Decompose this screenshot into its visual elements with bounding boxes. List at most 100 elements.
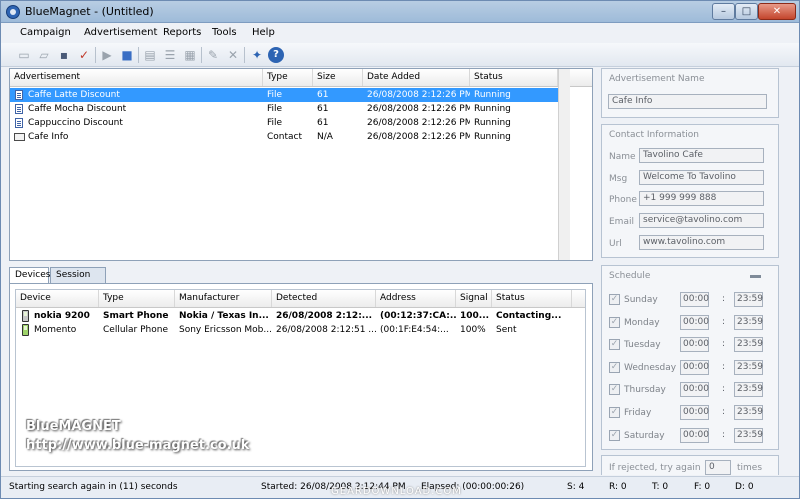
document-icon: [15, 104, 23, 114]
thursday-to-field[interactable]: 23:59: [734, 382, 763, 397]
monday-to-field[interactable]: 23:59: [734, 315, 763, 330]
advertisement-list-header: Advertisement Type Size Date Added Statu…: [10, 69, 592, 87]
saturday-to-field[interactable]: 23:59: [734, 428, 763, 443]
friday-to-field[interactable]: 23:59: [734, 405, 763, 420]
wednesday-to-field[interactable]: 23:59: [734, 360, 763, 375]
menu-reports[interactable]: Reports: [163, 27, 201, 38]
menu-tools[interactable]: Tools: [212, 27, 237, 38]
ad-size: 61: [317, 90, 329, 100]
table-row[interactable]: nokia 9200 Smart Phone Nokia / Texas In.…: [16, 309, 585, 323]
thursday-from-field[interactable]: 00:00: [680, 382, 709, 397]
ad-status: Running: [474, 104, 511, 114]
menu-help[interactable]: Help: [252, 27, 275, 38]
toolbar-separator: [95, 47, 96, 63]
new-icon[interactable]: ▭: [16, 47, 32, 63]
contact-url-field[interactable]: www.tavolino.com: [639, 235, 764, 250]
saturday-from-field[interactable]: 00:00: [680, 428, 709, 443]
friday-from-field[interactable]: 00:00: [680, 405, 709, 420]
failed-count: F: 0: [694, 482, 711, 492]
monday-checkbox[interactable]: ✓: [609, 317, 620, 328]
contact-email-field[interactable]: service@tavolino.com: [639, 213, 764, 228]
title-bar: BlueMagnet - (Untitled) – □ ✕: [1, 1, 799, 23]
pencil-icon[interactable]: ✎: [205, 47, 221, 63]
maximize-button[interactable]: □: [735, 3, 758, 20]
stop-icon[interactable]: ■: [119, 47, 135, 63]
advertisement-name-title: Advertisement Name: [609, 74, 705, 84]
device-status: Sent: [496, 325, 517, 335]
watermark-url: http://www.blue-magnet.co.uk: [26, 438, 250, 453]
help-icon[interactable]: ?: [268, 47, 284, 63]
ad-name: Cafe Info: [28, 132, 69, 142]
ad-status: Running: [474, 132, 511, 142]
collapse-icon[interactable]: [750, 275, 761, 278]
column-size[interactable]: Size: [313, 69, 363, 86]
column-status[interactable]: Status: [470, 69, 558, 86]
toolbar-separator: [138, 47, 139, 63]
column-detected[interactable]: Detected: [272, 290, 376, 307]
ad-date: 26/08/2008 2:12:26 PM: [367, 118, 470, 128]
monday-from-field[interactable]: 00:00: [680, 315, 709, 330]
save-icon[interactable]: ▪: [56, 47, 72, 63]
minimize-button[interactable]: –: [712, 3, 735, 20]
friday-checkbox[interactable]: ✓: [609, 407, 620, 418]
device-type: Smart Phone: [103, 311, 169, 321]
grid-icon[interactable]: ▦: [182, 47, 198, 63]
table-row[interactable]: Cappuccino Discount File 61 26/08/2008 2…: [10, 116, 592, 130]
list-icon[interactable]: ☰: [162, 47, 178, 63]
contact-msg-field[interactable]: Welcome To Tavolino: [639, 170, 764, 185]
close-button[interactable]: ✕: [758, 3, 796, 20]
document-icon[interactable]: ▤: [142, 47, 158, 63]
column-device[interactable]: Device: [16, 290, 99, 307]
delete-icon[interactable]: ✕: [225, 47, 241, 63]
advertisement-name-box: Advertisement Name Cafe Info: [601, 68, 779, 118]
column-type[interactable]: Type: [263, 69, 313, 86]
open-icon[interactable]: ▱: [36, 47, 52, 63]
bluetooth-icon[interactable]: ✦: [249, 47, 265, 63]
sunday-to-field[interactable]: 23:59: [734, 292, 763, 307]
ad-size: 61: [317, 104, 329, 114]
column-advertisement[interactable]: Advertisement: [10, 69, 263, 86]
advertisement-list: Advertisement Type Size Date Added Statu…: [9, 68, 593, 261]
device-signal: 100%: [460, 325, 486, 335]
menu-campaign[interactable]: Campaign: [20, 27, 71, 38]
retry-count-field[interactable]: 0: [705, 460, 731, 475]
column-device-type[interactable]: Type: [99, 290, 175, 307]
table-row[interactable]: Caffe Latte Discount File 61 26/08/2008 …: [10, 88, 558, 102]
wednesday-from-field[interactable]: 00:00: [680, 360, 709, 375]
vertical-scrollbar[interactable]: [558, 69, 570, 260]
column-date-added[interactable]: Date Added: [363, 69, 470, 86]
table-row[interactable]: Cafe Info Contact N/A 26/08/2008 2:12:26…: [10, 130, 592, 144]
toolbar-separator: [201, 47, 202, 63]
thursday-checkbox[interactable]: ✓: [609, 384, 620, 395]
contact-name-field[interactable]: Tavolino Cafe: [639, 148, 764, 163]
document-icon: [15, 118, 23, 128]
tuesday-from-field[interactable]: 00:00: [680, 337, 709, 352]
ad-type: Contact: [267, 132, 303, 142]
column-address[interactable]: Address: [376, 290, 456, 307]
device-name: Momento: [34, 325, 77, 335]
contact-name-label: Name: [609, 152, 636, 162]
wednesday-checkbox[interactable]: ✓: [609, 362, 620, 373]
advertisement-name-field[interactable]: Cafe Info: [608, 94, 767, 109]
sunday-from-field[interactable]: 00:00: [680, 292, 709, 307]
contact-msg-label: Msg: [609, 174, 628, 184]
contact-phone-field[interactable]: +1 999 999 888: [639, 191, 764, 206]
saturday-checkbox[interactable]: ✓: [609, 430, 620, 441]
day-label: Monday: [624, 318, 660, 328]
tuesday-checkbox[interactable]: ✓: [609, 339, 620, 350]
tuesday-to-field[interactable]: 23:59: [734, 337, 763, 352]
ad-status: Running: [474, 118, 511, 128]
edit-check-icon[interactable]: ✓: [76, 47, 92, 63]
table-row[interactable]: Caffe Mocha Discount File 61 26/08/2008 …: [10, 102, 592, 116]
tab-devices[interactable]: Devices: [9, 267, 50, 284]
sunday-checkbox[interactable]: ✓: [609, 294, 620, 305]
column-signal[interactable]: Signal: [456, 290, 492, 307]
menu-advertisement[interactable]: Advertisement: [84, 27, 157, 38]
column-manufacturer[interactable]: Manufacturer: [175, 290, 272, 307]
play-icon[interactable]: ▶: [99, 47, 115, 63]
tab-session-log[interactable]: Session Log: [50, 267, 106, 295]
column-device-status[interactable]: Status: [492, 290, 572, 307]
time-separator: :: [722, 362, 726, 372]
table-row[interactable]: Momento Cellular Phone Sony Ericsson Mob…: [16, 323, 585, 337]
ad-type: File: [267, 104, 283, 114]
